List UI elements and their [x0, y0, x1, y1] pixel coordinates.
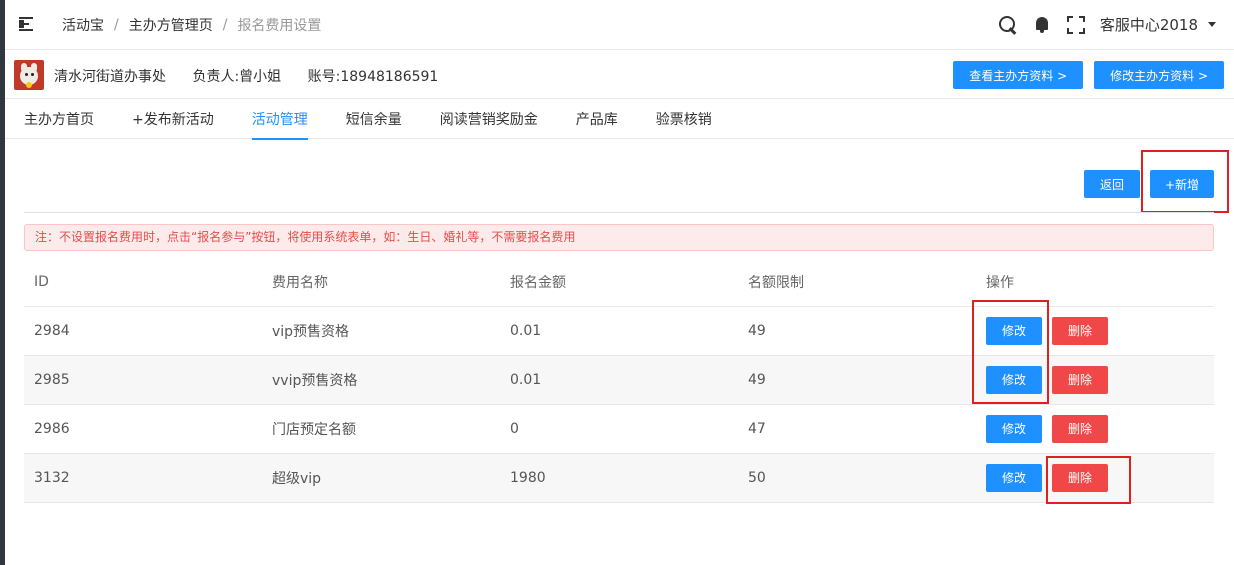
cell-amount: 0.01 [500, 306, 738, 356]
bell-icon[interactable] [1032, 15, 1052, 35]
cell-limit: 50 [738, 453, 976, 503]
breadcrumb-separator: / [222, 17, 228, 33]
organizer-info: 清水河街道办事处 负责人:曾小姐 账号:18948186591 [54, 66, 460, 86]
edit-button[interactable]: 修改 [986, 365, 1042, 394]
organizer-bar: 清水河街道办事处 负责人:曾小姐 账号:18948186591 查看主办方资料 … [5, 51, 1234, 99]
tab-reading-rewards[interactable]: 阅读营销奖励金 [421, 100, 557, 139]
edit-button[interactable]: 修改 [986, 316, 1042, 345]
cell-id: 3132 [24, 453, 262, 503]
organizer-actions: 查看主办方资料 > 修改主办方资料 > [942, 61, 1224, 89]
organizer-account: 账号:18948186591 [307, 69, 439, 85]
tab-activity-management[interactable]: 活动管理 [233, 100, 327, 140]
table-header-row: ID 费用名称 报名金额 名额限制 操作 [24, 259, 1214, 307]
cell-amount: 0 [500, 404, 738, 454]
edit-organizer-button[interactable]: 修改主办方资料 > [1094, 61, 1224, 89]
fullscreen-icon[interactable] [1066, 15, 1086, 35]
cell-id: 2986 [24, 404, 262, 454]
view-organizer-button[interactable]: 查看主办方资料 > [953, 61, 1084, 89]
avatar [14, 60, 44, 90]
table-row: 3132 超级vip 1980 50 修改 删除 [24, 453, 1214, 503]
column-header-id: ID [24, 259, 262, 307]
chevron-down-icon [1208, 22, 1216, 27]
organizer-manager: 负责人:曾小姐 [192, 69, 282, 85]
cell-limit: 49 [738, 306, 976, 356]
cell-name: vvip预售资格 [262, 355, 500, 405]
column-header-limit: 名额限制 [738, 259, 976, 307]
delete-button[interactable]: 删除 [1052, 365, 1108, 394]
cell-id: 2984 [24, 306, 262, 356]
cell-limit: 49 [738, 355, 976, 405]
top-bar: 活动宝 / 主办方管理页 / 报名费用设置 客服中心2018 [5, 0, 1234, 50]
column-header-name: 费用名称 [262, 259, 500, 307]
delete-button[interactable]: 删除 [1052, 316, 1108, 345]
table-row: 2986 门店预定名额 0 47 修改 删除 [24, 404, 1214, 454]
column-header-amount: 报名金额 [500, 259, 738, 307]
top-right-toolbar: 客服中心2018 [984, 14, 1216, 35]
cell-amount: 1980 [500, 453, 738, 503]
breadcrumb-item-organizer[interactable]: 主办方管理页 [129, 15, 213, 35]
cell-actions: 修改 删除 [976, 306, 1214, 356]
user-menu[interactable]: 客服中心2018 [1100, 14, 1216, 35]
menu-toggle-icon[interactable] [19, 16, 37, 32]
table-row: 2984 vip预售资格 0.01 49 修改 删除 [24, 306, 1214, 356]
cell-limit: 47 [738, 404, 976, 454]
fee-table: ID 费用名称 报名金额 名额限制 操作 2984 vip预售资格 0.01 4… [24, 259, 1214, 503]
cell-amount: 0.01 [500, 355, 738, 405]
tab-sms-balance[interactable]: 短信余量 [327, 100, 421, 139]
cell-id: 2985 [24, 355, 262, 405]
delete-button[interactable]: 删除 [1052, 414, 1108, 443]
nav-tabs: 主办方首页 +发布新活动 活动管理 短信余量 阅读营销奖励金 产品库 验票核销 [5, 100, 1234, 140]
tab-organizer-home[interactable]: 主办方首页 [5, 100, 113, 139]
highlight-box-add [1141, 150, 1229, 213]
user-name: 客服中心2018 [1099, 16, 1198, 34]
tab-publish-activity[interactable]: +发布新活动 [113, 100, 233, 139]
edit-button[interactable]: 修改 [986, 463, 1042, 492]
tab-ticket-verification[interactable]: 验票核销 [637, 100, 731, 139]
divider [24, 212, 1214, 213]
cell-actions: 修改 删除 [976, 404, 1214, 454]
cell-name: 门店预定名额 [262, 404, 500, 454]
breadcrumb-separator: / [114, 17, 119, 33]
breadcrumb-item-home[interactable]: 活动宝 [62, 15, 104, 35]
notice-banner: 注：不设置报名费用时，点击“报名参与”按钮，将使用系统表单，如：生日、婚礼等，不… [24, 224, 1214, 251]
cell-actions: 修改 删除 [976, 453, 1214, 503]
delete-button[interactable]: 删除 [1052, 463, 1108, 492]
column-header-actions: 操作 [976, 259, 1214, 307]
breadcrumb: 活动宝 / 主办方管理页 / 报名费用设置 [62, 15, 321, 35]
breadcrumb-item-current: 报名费用设置 [237, 18, 322, 34]
cell-name: 超级vip [262, 453, 500, 503]
edit-button[interactable]: 修改 [986, 414, 1042, 443]
tab-product-library[interactable]: 产品库 [557, 100, 637, 139]
cell-name: vip预售资格 [262, 306, 500, 356]
back-button[interactable]: 返回 [1084, 170, 1140, 198]
table-row: 2985 vvip预售资格 0.01 49 修改 删除 [24, 355, 1214, 405]
cell-actions: 修改 删除 [976, 355, 1214, 405]
organizer-name: 清水河街道办事处 [54, 69, 166, 85]
search-icon[interactable] [998, 15, 1018, 35]
